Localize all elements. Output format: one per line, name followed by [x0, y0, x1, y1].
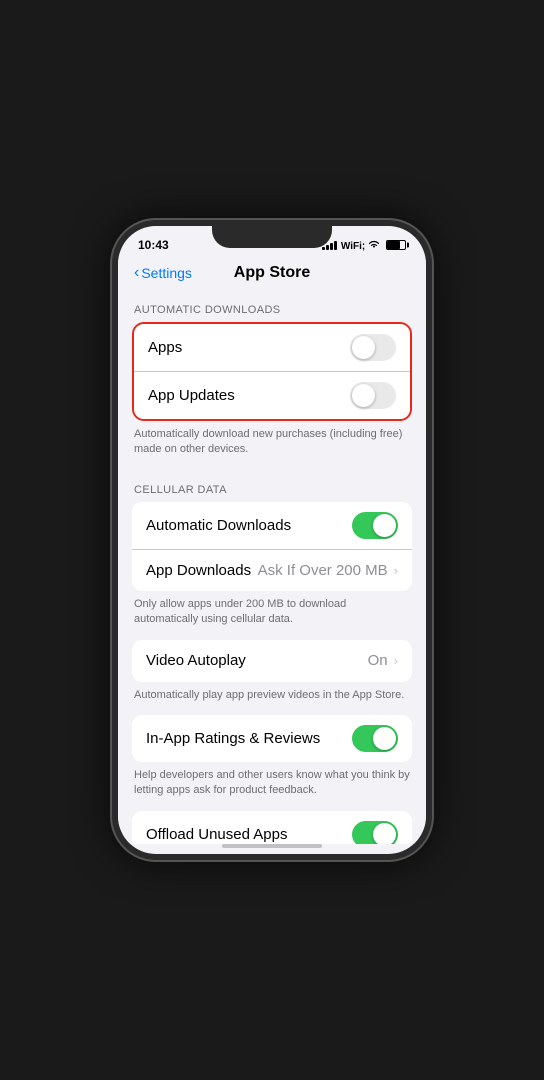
video-autoplay-chevron-icon: › [394, 653, 398, 668]
ratings-row[interactable]: In-App Ratings & Reviews [132, 715, 412, 762]
offload-card: Offload Unused Apps [132, 811, 412, 844]
ratings-label: In-App Ratings & Reviews [146, 730, 320, 747]
offload-label: Offload Unused Apps [146, 826, 288, 843]
automatic-downloads-footer: Automatically download new purchases (in… [118, 421, 426, 470]
wifi-icon: WiFi; [341, 239, 380, 252]
phone-screen: 10:43 WiFi; ‹ Se [118, 226, 426, 854]
battery-icon [386, 240, 406, 250]
apps-toggle[interactable] [350, 334, 396, 361]
video-autoplay-value: On › [368, 652, 398, 669]
phone-frame: 10:43 WiFi; ‹ Se [112, 220, 432, 860]
back-label: Settings [141, 265, 192, 281]
video-autoplay-value-text: On [368, 652, 388, 669]
cellular-auto-downloads-thumb [373, 514, 396, 537]
app-updates-row[interactable]: App Updates [134, 371, 410, 419]
navigation-bar: ‹ Settings App Store [118, 260, 426, 290]
apps-toggle-thumb [352, 336, 375, 359]
app-downloads-value-text: Ask If Over 200 MB [258, 562, 388, 579]
status-icons: WiFi; [322, 239, 406, 252]
app-downloads-value: Ask If Over 200 MB › [258, 562, 398, 579]
video-autoplay-row[interactable]: Video Autoplay On › [132, 640, 412, 682]
back-button[interactable]: ‹ Settings [134, 264, 192, 282]
cellular-auto-downloads-row[interactable]: Automatic Downloads [132, 502, 412, 549]
home-indicator [222, 844, 322, 848]
video-autoplay-label: Video Autoplay [146, 652, 246, 669]
ratings-toggle[interactable] [352, 725, 398, 752]
cellular-data-header: CELLULAR DATA [118, 470, 426, 502]
video-autoplay-footer: Automatically play app preview videos in… [118, 682, 426, 715]
apps-label: Apps [148, 339, 182, 356]
back-arrow-icon: ‹ [134, 264, 139, 282]
app-downloads-footer: Only allow apps under 200 MB to download… [118, 591, 426, 640]
app-downloads-chevron-icon: › [394, 563, 398, 578]
offload-row[interactable]: Offload Unused Apps [132, 811, 412, 844]
automatic-downloads-card: Apps App Updates [132, 322, 412, 421]
ratings-footer: Help developers and other users know wha… [118, 762, 426, 811]
cellular-auto-downloads-toggle[interactable] [352, 512, 398, 539]
app-updates-toggle[interactable] [350, 382, 396, 409]
apps-row[interactable]: Apps [134, 324, 410, 371]
cellular-data-card: Automatic Downloads App Downloads Ask If… [132, 502, 412, 591]
page-title: App Store [234, 264, 310, 282]
ratings-card: In-App Ratings & Reviews [132, 715, 412, 762]
automatic-downloads-header: AUTOMATIC DOWNLOADS [118, 290, 426, 322]
notch [212, 226, 332, 248]
offload-toggle[interactable] [352, 821, 398, 844]
settings-content: AUTOMATIC DOWNLOADS Apps App Updates Aut… [118, 290, 426, 844]
ratings-thumb [373, 727, 396, 750]
app-downloads-label: App Downloads [146, 562, 251, 579]
offload-thumb [373, 823, 396, 844]
app-updates-label: App Updates [148, 387, 235, 404]
video-autoplay-card: Video Autoplay On › [132, 640, 412, 682]
app-downloads-row[interactable]: App Downloads Ask If Over 200 MB › [132, 549, 412, 591]
app-updates-toggle-thumb [352, 384, 375, 407]
status-time: 10:43 [138, 238, 169, 252]
cellular-auto-downloads-label: Automatic Downloads [146, 517, 291, 534]
